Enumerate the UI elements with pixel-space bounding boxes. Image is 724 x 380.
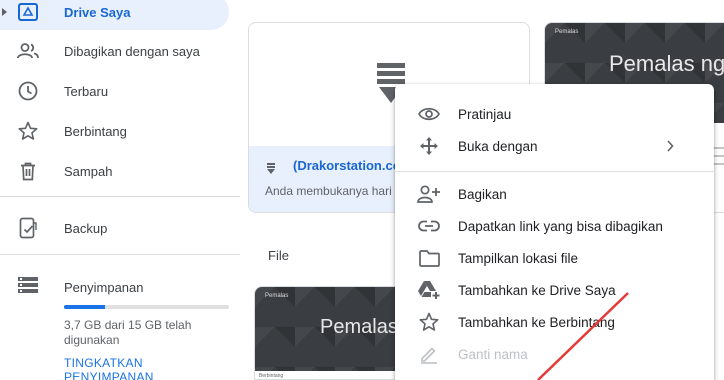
sidebar-item-label: Berbintang (64, 123, 127, 139)
person-add-icon (417, 183, 441, 205)
sidebar: Drive Saya Dibagikan dengan saya Terbaru… (0, 0, 240, 380)
menu-item-label: Tambahkan ke Berbintang (458, 314, 615, 330)
sidebar-item-label: Terbaru (64, 83, 109, 99)
menu-item-rename[interactable]: Ganti nama (395, 338, 714, 370)
file-name: (Drakorstation.co (293, 158, 401, 173)
backup-icon (16, 217, 40, 239)
sidebar-item-label: Backup (64, 220, 108, 236)
star-icon (417, 311, 441, 333)
slide-title-text: Pemalas ngel (609, 51, 724, 76)
sidebar-item-label: Drive Saya (64, 4, 131, 20)
slide-below-text: Berbintang (259, 373, 284, 379)
star-icon (16, 120, 40, 142)
menu-divider (395, 171, 714, 172)
clock-icon (16, 80, 40, 102)
storage-usage-text: 3,7 GB dari 15 GB telah digunakan (64, 318, 192, 347)
menu-item-label: Tambahkan ke Drive Saya (458, 282, 616, 298)
storage-title: Penyimpanan (64, 280, 144, 295)
folder-icon (417, 247, 441, 269)
menu-item-show-location[interactable]: Tampilkan lokasi file (395, 242, 714, 274)
sidebar-item-starred[interactable]: Berbintang (0, 113, 229, 149)
slide-small-text: Pemalas (555, 29, 579, 35)
chevron-right-icon (666, 139, 674, 157)
menu-item-share[interactable]: Bagikan (395, 178, 714, 210)
sidebar-item-recent[interactable]: Terbaru (0, 73, 229, 109)
slide-small-text: Pemalas (265, 293, 289, 299)
storage-bar (64, 305, 229, 309)
pencil-icon (417, 343, 441, 365)
slide-below: Berbintang (255, 371, 413, 379)
upgrade-storage-link[interactable]: TINGKATKAN PENYIMPANAN (64, 356, 234, 380)
move-icon (417, 135, 441, 157)
sidebar-item-shared[interactable]: Dibagikan dengan saya (0, 33, 229, 69)
menu-item-preview[interactable]: Pratinjau (395, 98, 714, 130)
slide-thumbnail: Pemalas Pemalas (255, 287, 413, 371)
menu-item-label: Pratinjau (458, 106, 512, 122)
sidebar-item-label: Dibagikan dengan saya (64, 43, 200, 59)
menu-item-get-link[interactable]: Dapatkan link yang bisa dibagikan (395, 210, 714, 242)
menu-item-label: Buka dengan (458, 138, 538, 154)
menu-item-open-with[interactable]: Buka dengan (395, 130, 714, 162)
menu-item-label: Tampilkan lokasi file (458, 250, 579, 266)
file-type-icon (267, 161, 275, 179)
file-last-opened: Anda membukanya hari (265, 184, 392, 198)
sidebar-item-backup[interactable]: Backup (0, 210, 229, 246)
storage-bar-fill (64, 305, 105, 309)
trash-icon (16, 160, 40, 182)
menu-item-add-to-drive[interactable]: Tambahkan ke Drive Saya (395, 274, 714, 306)
sidebar-divider (0, 196, 240, 197)
menu-item-label: Ganti nama (458, 346, 528, 362)
sidebar-item-trash[interactable]: Sampah (0, 153, 229, 189)
people-icon (16, 40, 40, 62)
menu-item-label: Dapatkan link yang bisa dibagikan (458, 218, 663, 234)
context-menu: Pratinjau Buka dengan Bagikan Dapatkan l… (395, 84, 714, 380)
sidebar-item-drive-saya[interactable]: Drive Saya (0, 0, 229, 30)
menu-item-add-to-starred[interactable]: Tambahkan ke Berbintang (395, 306, 714, 338)
section-heading-file: File (268, 248, 289, 263)
drive-add-icon (417, 279, 441, 301)
slide-title-text: Pemalas (320, 316, 398, 338)
storage-icon (18, 277, 38, 298)
eye-icon (417, 103, 441, 125)
sidebar-item-label: Sampah (64, 163, 113, 179)
drive-icon (16, 1, 40, 23)
sidebar-divider (0, 254, 240, 255)
link-icon (417, 215, 441, 237)
file-card-pemalas[interactable]: Pemalas Pemalas Berbintang (254, 286, 414, 380)
expand-arrow-icon[interactable] (2, 8, 7, 16)
menu-item-label: Bagikan (458, 186, 507, 202)
